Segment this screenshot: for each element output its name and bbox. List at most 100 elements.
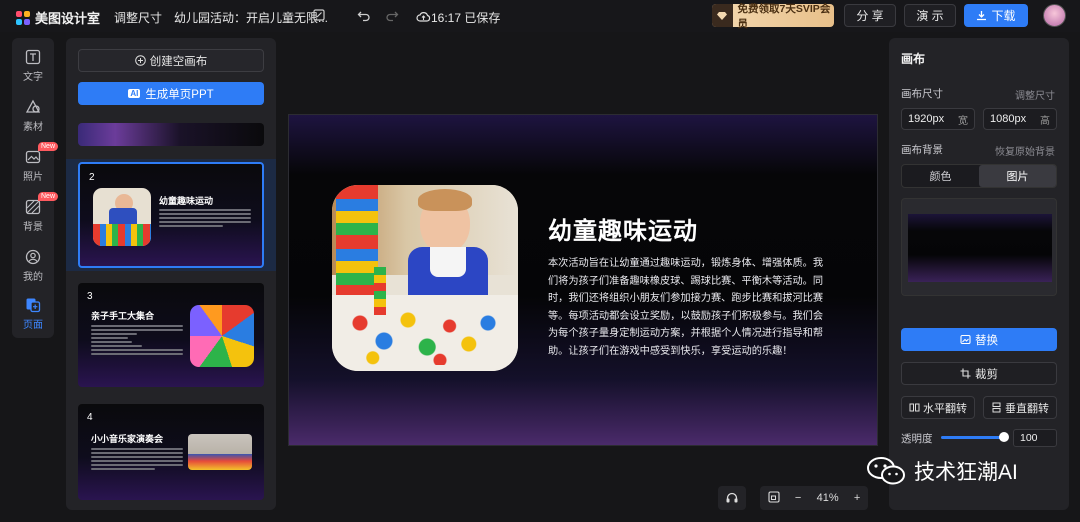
- nav-label: 我的: [23, 272, 43, 283]
- watermark-text: 技术狂潮AI: [914, 461, 1018, 484]
- background-icon: [25, 199, 41, 215]
- opacity-label: 透明度: [901, 433, 933, 445]
- height-unit: 高: [1040, 115, 1050, 127]
- slide-canvas[interactable]: 幼童趣味运动 本次活动旨在让幼童通过趣味运动，锻炼身体、增强体质。我们将为孩子们…: [288, 114, 878, 446]
- replace-button[interactable]: 替换: [901, 328, 1057, 351]
- ai-tag: AI: [128, 89, 141, 98]
- nav-item-pages[interactable]: 页面: [12, 292, 54, 336]
- pages-icon: [26, 298, 41, 313]
- opacity-input[interactable]: 100: [1013, 429, 1057, 447]
- avatar[interactable]: [1043, 4, 1066, 27]
- flip-vertical-button[interactable]: 垂直翻转: [983, 396, 1057, 419]
- bg-type-toggle: 颜色 图片: [901, 164, 1057, 188]
- present-button[interactable]: 演 示: [904, 4, 956, 27]
- download-label: 下载: [991, 9, 1016, 23]
- user-icon: [25, 249, 41, 265]
- thumbnail-title: 小小音乐家演奏会: [91, 434, 164, 444]
- logo-mark-icon: [16, 10, 30, 25]
- pages-panel: 创建空画布 AI 生成单页PPT 2 幼童趣味运动 3 亲子手工大集合 4 小小…: [66, 38, 276, 510]
- tab-color[interactable]: 颜色: [902, 165, 979, 187]
- nav-label: 背景: [23, 222, 43, 233]
- nav-label: 页面: [23, 320, 43, 331]
- thumbnail-text-lines: [91, 325, 183, 357]
- canvas-width-input[interactable]: 1920px 宽: [901, 108, 975, 130]
- zoom-out-button[interactable]: −: [795, 492, 801, 504]
- zoom-controls: − 41% +: [760, 486, 868, 510]
- page-thumbnail-3[interactable]: 3 亲子手工大集合: [78, 283, 264, 387]
- cloud-saved-icon: [413, 6, 433, 26]
- thumbnail-title: 亲子手工大集合: [91, 311, 155, 321]
- resize-link[interactable]: 调整尺寸: [1015, 87, 1055, 102]
- watermark: 技术狂潮AI: [866, 456, 1018, 486]
- new-badge: New: [38, 192, 59, 201]
- opacity-slider-track[interactable]: [941, 436, 1005, 439]
- crop-button[interactable]: 裁剪: [901, 362, 1057, 385]
- width-unit: 宽: [958, 115, 968, 127]
- canvas-size-label: 画布尺寸: [901, 88, 943, 100]
- vip-offer-button[interactable]: 免费领取7天SVIP会员: [712, 3, 834, 30]
- thumbnail-photo: [190, 305, 254, 367]
- flip-horizontal-icon: [909, 403, 920, 412]
- width-value: 1920px: [908, 113, 945, 125]
- create-blank-canvas-label: 创建空画布: [149, 55, 208, 68]
- share-button[interactable]: 分 享: [844, 4, 896, 27]
- help-button[interactable]: [718, 486, 746, 510]
- left-tool-nav: 文字 素材 New 照片 New 背景 我的 页面: [12, 38, 59, 338]
- restore-bg-link[interactable]: 恢复原始背景: [995, 143, 1055, 158]
- generate-ppt-button[interactable]: AI 生成单页PPT: [78, 82, 264, 105]
- text-icon: [25, 49, 41, 65]
- fit-screen-icon[interactable]: [768, 490, 780, 506]
- download-icon: [977, 11, 987, 21]
- flip-horizontal-label: 水平翻转: [923, 402, 967, 415]
- app-logo[interactable]: 美图设计室: [16, 8, 100, 27]
- nav-item-mine[interactable]: 我的: [12, 244, 54, 288]
- document-title[interactable]: 幼儿园活动：开启儿童无限...: [174, 9, 328, 26]
- plus-circle-icon: [134, 55, 146, 66]
- nav-label: 文字: [23, 72, 43, 83]
- slide-title[interactable]: 幼童趣味运动: [548, 211, 698, 246]
- tab-image[interactable]: 图片: [979, 165, 1056, 187]
- redo-icon[interactable]: [382, 6, 402, 26]
- top-bar: 美图设计室 调整尺寸 幼儿园活动：开启儿童无限... 16:17 已保存 免费领…: [0, 0, 1080, 32]
- replace-label: 替换: [975, 334, 998, 347]
- opacity-slider-handle[interactable]: [999, 432, 1009, 442]
- crop-label: 裁剪: [975, 368, 998, 381]
- thumbnail-text-lines: [159, 209, 251, 229]
- download-button[interactable]: 下载: [964, 4, 1028, 27]
- nav-item-background[interactable]: New 背景: [12, 192, 59, 238]
- resize-menu[interactable]: 调整尺寸: [114, 9, 162, 26]
- page-thumbnail-2[interactable]: 2 幼童趣味运动: [78, 162, 264, 268]
- generate-ppt-label: 生成单页PPT: [145, 88, 214, 101]
- thumbnail-photo: [188, 434, 252, 470]
- slide-photo[interactable]: [332, 185, 518, 371]
- page-number: 4: [87, 412, 93, 423]
- flip-horizontal-button[interactable]: 水平翻转: [901, 396, 975, 419]
- slide-body-text[interactable]: 本次活动旨在让幼童通过趣味运动，锻炼身体、增强体质。我们将为孩子们准备趣味橡皮球…: [548, 255, 830, 361]
- new-badge: New: [38, 142, 59, 151]
- nav-item-text[interactable]: 文字: [12, 44, 54, 88]
- undo-icon[interactable]: [354, 6, 374, 26]
- thumbnail-title: 幼童趣味运动: [159, 196, 214, 206]
- zoom-in-button[interactable]: +: [854, 492, 860, 504]
- image-icon: [960, 334, 971, 345]
- panel-title: 画布: [901, 52, 926, 66]
- canvas-properties-panel: 画布 画布尺寸 调整尺寸 1920px 宽 1080px 高 画布背景 恢复原始…: [889, 38, 1069, 510]
- height-value: 1080px: [990, 113, 1027, 125]
- save-status: 16:17 已保存: [431, 11, 501, 25]
- bg-image-preview[interactable]: [901, 198, 1057, 296]
- page-thumbnail-1[interactable]: [78, 123, 264, 146]
- page-thumbnail-4[interactable]: 4 小小音乐家演奏会: [78, 404, 264, 500]
- page-number: 3: [87, 291, 93, 302]
- thumbnail-photo: [93, 188, 151, 246]
- canvas-height-input[interactable]: 1080px 高: [983, 108, 1057, 130]
- canvas-area: 幼童趣味运动 本次活动旨在让幼童通过趣味运动，锻炼身体、增强体质。我们将为孩子们…: [288, 38, 878, 510]
- nav-item-materials[interactable]: 素材: [12, 94, 54, 138]
- create-blank-canvas-button[interactable]: 创建空画布: [78, 49, 264, 72]
- nav-item-photos[interactable]: New 照片: [12, 142, 59, 188]
- zoom-level[interactable]: 41%: [817, 492, 839, 504]
- crop-icon: [960, 368, 971, 379]
- edit-title-icon[interactable]: [309, 5, 329, 25]
- flip-vertical-icon: [992, 402, 1001, 413]
- wechat-icon: [866, 456, 906, 486]
- canvas-bg-label: 画布背景: [901, 144, 943, 156]
